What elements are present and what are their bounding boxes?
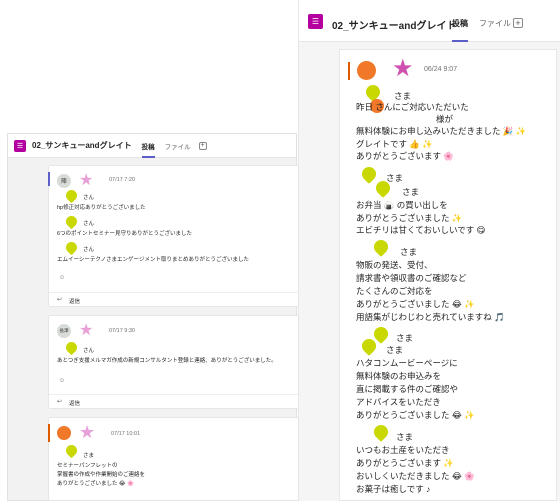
heart-sticker-icon: [63, 239, 80, 256]
message-line: さん: [83, 348, 95, 354]
message-line: さま: [386, 345, 404, 355]
reply-icon: ↩: [57, 399, 63, 405]
message-line: 無料体験のお申込みを: [356, 371, 442, 381]
add-reaction-icon[interactable]: ☺: [59, 275, 65, 281]
message-line: いつもお土産をいただき: [356, 445, 450, 455]
reply-icon: ↩: [57, 297, 63, 303]
channel-title: 02_サンキューandグレイト: [32, 141, 132, 150]
heart-sticker-icon: [359, 164, 379, 184]
message-line: ありがとうございました 😂 ✨: [356, 299, 475, 309]
message-line: ハタコンムービーページに: [356, 358, 458, 368]
post-card: 長澤 ★ 07/17 9:30 さん あとつぎ支援メルマガ作成の新規コンサルタン…: [48, 315, 300, 409]
add-tab-icon[interactable]: +: [513, 18, 523, 28]
message-line: たくさんのご対応を: [356, 286, 433, 296]
message-line: お弁当 🍙 の買い出しを: [356, 200, 448, 210]
message-line: 請求書や領収書のご確認など: [356, 273, 467, 283]
heart-sticker-icon: [371, 422, 391, 442]
tab-posts[interactable]: 投稿: [452, 18, 468, 42]
message-line: さま: [396, 432, 414, 442]
message-line: さま: [402, 187, 420, 197]
heart-sticker-icon: [63, 187, 80, 204]
left-channel-panel: ☰ 02_サンキューandグレイト 投稿 ファイル + 陣 ★ 07/17 7:…: [7, 133, 300, 501]
message-line: 昨日 さんにご対応いただいた: [356, 102, 469, 112]
message-line: 様が: [436, 114, 454, 124]
heart-sticker-icon: [63, 339, 80, 356]
message-line: 6つのポイントセミナー見守りありがとうございました: [57, 231, 193, 237]
timestamp: 07/17 9:30: [109, 328, 135, 334]
message-line: さま: [386, 173, 404, 183]
screenshot-collage: ☰ 02_サンキューandグレイト 投稿 ファイル + 陣 ★ 07/17 7:…: [0, 0, 560, 501]
message-line: ありがとうございます 🌸: [356, 151, 454, 161]
reply-button[interactable]: 返信: [69, 399, 80, 407]
unread-indicator: [48, 424, 50, 442]
message-line: グレイトです 👍 ✨: [356, 139, 433, 149]
tab-files[interactable]: ファイル: [165, 141, 191, 151]
message-line: お菓子は癒しです ♪: [356, 484, 431, 494]
message-line: エビチリは甘くておいしいです 😋: [356, 225, 486, 235]
message-line: 掌握書の作成や作業開始のご連絡を: [57, 472, 146, 478]
heart-sticker-icon: [63, 213, 80, 230]
reply-row[interactable]: ↩ 返信: [49, 394, 299, 408]
add-reaction-icon[interactable]: ☺: [59, 378, 65, 384]
message-line: さま: [83, 453, 95, 459]
timestamp: 07/17 7:20: [109, 177, 135, 183]
star-sticker-icon: ★: [79, 172, 94, 189]
star-sticker-icon: ★: [79, 422, 96, 442]
right-channel-panel: ☰ 02_サンキューandグレイト 投稿 ファイル + ★ 06/24 9:07…: [298, 0, 560, 501]
message-line: ありがとうございました 😂 ✨: [356, 410, 475, 420]
message-line: ありがとうございました ✨: [356, 213, 463, 223]
post-card: 陣 ★ 07/17 7:20 さん hp修正対応ありがとうございました さん 6…: [48, 165, 300, 307]
avatar[interactable]: 長澤: [57, 324, 71, 338]
post-card: ★ 07/17 10:01 さま セミナーパンフレットの 掌握書の作成や作業開始…: [48, 417, 300, 501]
tab-files[interactable]: ファイル: [479, 18, 511, 29]
message-line: エムイーシーテクノさまエンゲージメント取りまとめありがとうございました: [57, 257, 249, 263]
message-line: 直に掲載する件のご確認や: [356, 384, 459, 394]
message-line: さん: [83, 247, 95, 253]
heart-sticker-icon: [63, 442, 80, 459]
channel-header: ☰ 02_サンキューandグレイト 投稿 ファイル +: [8, 134, 296, 158]
post-card: ★ 06/24 9:07 さま 昨日 さんにご対応いただいた 様が 無料体験にお…: [339, 49, 557, 501]
message-line: アドバイスをいただき: [356, 397, 441, 407]
timestamp: 06/24 9:07: [424, 66, 458, 73]
add-tab-icon[interactable]: +: [198, 141, 207, 150]
team-icon[interactable]: ☰: [14, 139, 26, 152]
unread-indicator: [348, 62, 350, 80]
tab-posts[interactable]: 投稿: [141, 141, 155, 158]
unread-indicator: [48, 172, 50, 186]
team-icon[interactable]: ☰: [308, 14, 323, 29]
timestamp: 07/17 10:01: [111, 431, 141, 437]
reply-row[interactable]: ↩ 返信: [49, 292, 299, 306]
heart-sticker-icon: [371, 237, 391, 257]
message-line: 用語集がじわじわと売れていますね 🎵: [356, 312, 505, 322]
message-line: さん: [83, 195, 95, 201]
message-line: さま: [396, 333, 414, 343]
avatar[interactable]: 陣: [57, 174, 71, 188]
message-line: セミナーパンフレットの: [57, 463, 118, 469]
star-sticker-icon: ★: [79, 322, 94, 339]
message-line: あとつぎ支援メルマガ作成の新規コンサルタント登録と連絡、ありがとうございました。: [57, 358, 277, 364]
channel-header: ☰ 02_サンキューandグレイト 投稿 ファイル +: [299, 0, 560, 42]
avatar[interactable]: [57, 426, 71, 440]
message-line: 無料体験にお申し込みいただきました 🎉 ✨: [356, 126, 527, 136]
message-line: おいしくいただきました 😂 🌸: [356, 471, 475, 481]
message-line: ありがとうございます ✨: [356, 458, 454, 468]
channel-title: 02_サンキューandグレイト: [332, 21, 457, 32]
message-line: さん: [83, 221, 95, 227]
star-sticker-icon: ★: [392, 55, 414, 82]
avatar[interactable]: [357, 61, 376, 80]
reply-button[interactable]: 返信: [69, 297, 80, 305]
message-line: 物販の発送、受付、: [356, 260, 433, 270]
message-line: さま: [400, 247, 418, 257]
message-line: hp修正対応ありがとうございました: [57, 205, 146, 211]
message-line: ありがとうございました 😂 🌸: [57, 481, 134, 487]
